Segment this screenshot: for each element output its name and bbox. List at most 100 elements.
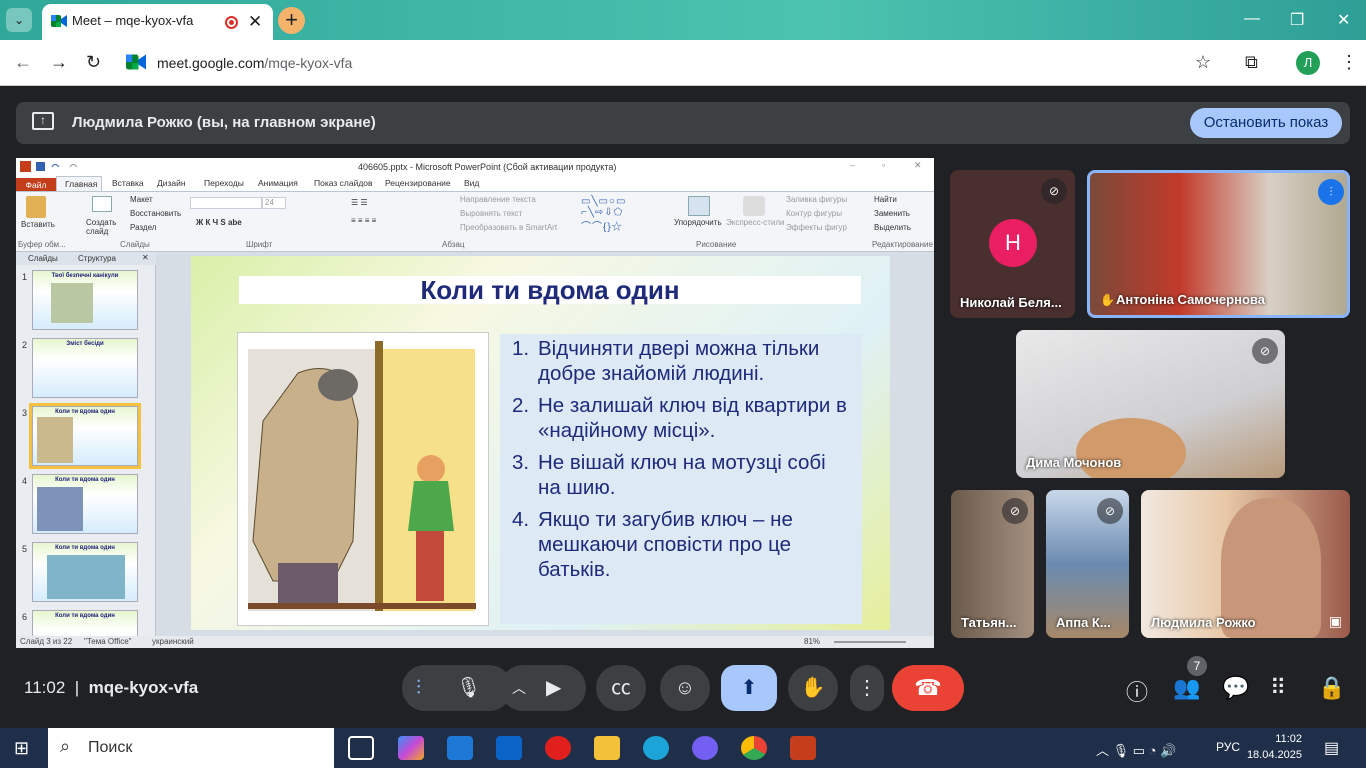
participant-tile[interactable]: ⊘ Татьян... [951,490,1034,638]
participant-avatar: Н [989,219,1037,267]
viber-icon[interactable] [692,736,718,760]
browser-tab[interactable]: Meet – mqe-kyox-vfa ✕ [42,4,273,40]
copilot-icon[interactable] [398,736,424,760]
ppt-tab-insert[interactable]: Вставка [112,178,144,188]
font-name-box[interactable] [190,197,262,209]
bookmark-star-icon[interactable]: ☆ [1195,52,1211,73]
new-tab-button[interactable]: + [278,7,305,34]
stop-presenting-button[interactable]: Остановить показ [1190,108,1342,138]
edge-icon[interactable] [643,736,669,760]
smartart-button[interactable]: Преобразовать в SmartArt [460,223,557,232]
shape-fill-button[interactable]: Заливка фигуры [786,195,847,204]
close-panel-icon[interactable]: ✕ [142,253,149,262]
participant-tile-active-speaker[interactable]: ⫶ Антоніна Самочернова ✋ [1087,170,1350,318]
replace-button[interactable]: Заменить [874,209,910,218]
shape-effects-button[interactable]: Эффекты фигур [786,223,847,232]
shape-outline-button[interactable]: Контур фигуры [786,209,842,218]
back-icon[interactable]: ← [14,52,32,73]
reset-button[interactable]: Восстановить [130,209,181,218]
participant-tile[interactable]: ⊘ Аппа К... [1046,490,1129,638]
powerpoint-icon[interactable] [790,736,816,760]
ppt-tab-animation[interactable]: Анимация [258,178,298,188]
people-icon[interactable]: 👥 [1173,675,1200,701]
section-button[interactable]: Раздел [130,223,156,232]
arrange-button[interactable]: Упорядочить [674,218,722,227]
slide-title-box: Коли ти вдома один [239,276,861,304]
restore-icon[interactable]: ❐ [1290,10,1304,30]
close-tab-icon[interactable]: ✕ [248,12,262,32]
slide-thumbnail[interactable]: Коли ти вдома один [32,474,138,534]
slide-thumbnail[interactable]: Твої безпечні канікули [32,270,138,330]
chevron-up-icon[interactable]: ︿ [512,665,526,711]
tray-icons[interactable]: ︿ 🎙 ▭ ◔ 🔊 [1096,740,1176,759]
host-controls-icon[interactable]: 🔒 [1318,675,1345,701]
participant-tile-self[interactable]: Людмила Рожко ▣ [1141,490,1350,638]
find-button[interactable]: Найти [874,195,897,204]
notifications-icon[interactable]: ▤ [1324,738,1339,758]
ppt-tab-view[interactable]: Вид [464,178,479,188]
ppt-minimize-icon[interactable]: – [850,160,855,170]
rule-item: 1. Відчиняти двері можна тільки добре зна… [508,336,854,386]
taskbar-search[interactable]: ⌕ Поиск [48,728,334,768]
slide-thumbnail-selected[interactable]: Коли ти вдома один [29,403,141,469]
captions-button[interactable]: ㏄ [596,665,646,711]
menu-icon[interactable]: ⋮ [1340,52,1358,73]
more-options-button[interactable]: ⋮ [850,665,884,711]
thumbnail-title: Коли ти вдома один [55,613,115,619]
paste-label[interactable]: Вставить [21,220,55,229]
leave-call-button[interactable]: ☎ [892,665,964,711]
omnibox[interactable]: meet.google.com/mqe-kyox-vfa [122,47,1184,79]
align-text-button[interactable]: Выровнять текст [460,209,522,218]
tab-slides[interactable]: Слайды [28,254,58,263]
activities-icon[interactable]: ⠿ [1270,675,1286,701]
select-button[interactable]: Выделить [874,223,911,232]
slide-thumbnail[interactable]: Зміст бесіди [32,338,138,398]
reactions-button[interactable]: ☺ [660,665,710,711]
chat-icon[interactable]: 💬 [1222,675,1249,701]
participant-tile[interactable]: ⊘ Дима Мочонов [1016,330,1285,478]
shapes-gallery-icons[interactable]: ▭╲▭○▭ ⌐╲⇨⇩⬠ ⌒⌒{}☆ [581,196,626,233]
text-direction-button[interactable]: Направление текста [460,195,536,204]
current-slide[interactable]: Коли ти вдома один 1. Відчиняти двері мож… [191,256,890,630]
microsoft-store-icon[interactable] [447,736,473,760]
close-window-icon[interactable]: ✕ [1337,10,1350,30]
profile-avatar[interactable]: Л [1296,51,1320,75]
extensions-icon[interactable]: ⧉ [1245,52,1258,73]
ppt-tab-home[interactable]: Главная [56,176,102,191]
layout-button[interactable]: Макет [130,195,153,204]
file-explorer-icon[interactable] [594,736,620,760]
language-status[interactable]: украинский [152,637,194,646]
zoom-level[interactable]: 81% [804,637,820,646]
zoom-slider[interactable] [834,641,906,643]
ppt-tab-design[interactable]: Дизайн [157,178,186,188]
microphone-icon[interactable]: 🎙 [456,665,481,711]
meeting-details-icon[interactable]: ⓘ [1126,675,1148,707]
ppt-tab-transitions[interactable]: Переходы [204,178,244,188]
mic-control[interactable]: ⫶ 🎙 [402,665,512,711]
create-slide-label[interactable]: Создать слайд [86,218,120,236]
chrome-icon[interactable] [741,736,767,760]
camera-icon[interactable]: ▶ [546,665,561,711]
ppt-restore-icon[interactable]: ▫ [882,160,885,170]
ppt-tab-review[interactable]: Рецензирование [385,178,451,188]
font-size-box[interactable]: 24 [262,197,286,209]
tab-search-button[interactable]: ⌄ [6,8,32,32]
minimize-icon[interactable]: — [1244,10,1260,28]
taskbar-clock[interactable]: 11:02 18.04.2025 [1232,731,1302,763]
quick-styles-button[interactable]: Экспресс-стили [726,218,785,227]
present-screen-button[interactable]: ⬆ [721,665,777,711]
forward-icon[interactable]: → [50,52,68,73]
opera-icon[interactable] [545,736,571,760]
ppt-tab-slideshow[interactable]: Показ слайдов [314,178,373,188]
camera-control[interactable]: ︿ ▶ [500,665,586,711]
participant-tile[interactable]: Н ⊘ Николай Беля... [950,170,1075,318]
tab-outline[interactable]: Структура [78,254,116,263]
slide-thumbnail[interactable]: Коли ти вдома один [32,542,138,602]
reload-icon[interactable]: ↻ [86,52,101,73]
outlook-icon[interactable] [496,736,522,760]
raise-hand-button[interactable]: ✋ [788,665,838,711]
ppt-close-icon[interactable]: ✕ [914,160,922,171]
tab-title: Meet – mqe-kyox-vfa [72,13,194,28]
windows-start-icon[interactable]: ⊞ [14,738,29,759]
task-view-icon[interactable] [348,736,374,760]
